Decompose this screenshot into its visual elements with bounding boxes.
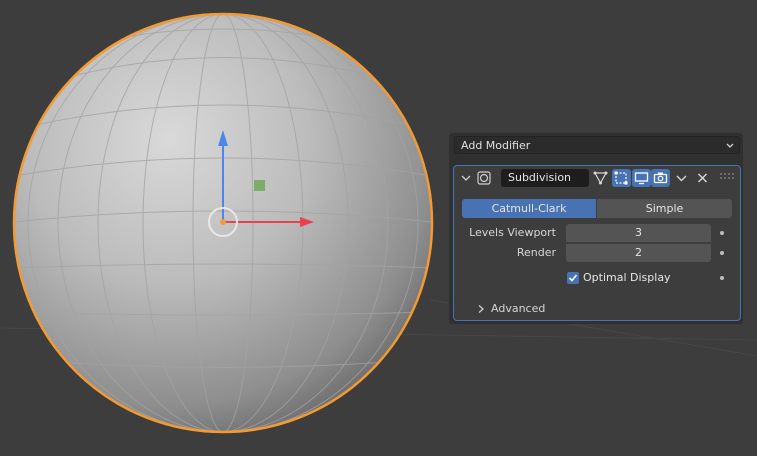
drag-handle-icon[interactable]: [719, 172, 735, 182]
close-icon: [698, 173, 707, 183]
edit-mode-icon: [614, 171, 628, 185]
levels-viewport-label: Levels Viewport: [469, 226, 556, 239]
modifier-name-field[interactable]: Subdivision: [501, 169, 589, 187]
object-origin-dot: [220, 219, 226, 225]
on-cage-toggle[interactable]: [591, 169, 610, 187]
modifier-options-dropdown[interactable]: [672, 169, 691, 187]
keyframe-dot-icon[interactable]: [720, 276, 724, 280]
add-modifier-dropdown[interactable]: Add Modifier: [454, 136, 740, 154]
levels-viewport-field[interactable]: 3: [566, 224, 711, 242]
monitor-icon: [634, 172, 649, 185]
subdivision-modifier-icon: [477, 171, 491, 185]
checkmark-icon: [568, 274, 578, 282]
render-levels-label: Render: [516, 246, 556, 259]
keyframe-dot-icon[interactable]: [720, 251, 724, 255]
chevron-down-icon: [726, 143, 734, 148]
remove-modifier-button[interactable]: [693, 169, 712, 187]
add-modifier-label: Add Modifier: [461, 139, 531, 152]
subdivision-modifier: Subdivision Catmull-Clark Simple Levels …: [453, 165, 741, 321]
modifier-properties-panel: Add Modifier Subdivision Catmull-Clark S…: [449, 133, 743, 324]
keyframe-dot-icon[interactable]: [720, 231, 724, 235]
optimal-display-checkbox[interactable]: [567, 272, 579, 284]
render-toggle[interactable]: [651, 169, 670, 187]
collapse-chevron-icon[interactable]: [460, 172, 472, 184]
optimal-display-label[interactable]: Optimal Display: [583, 269, 671, 287]
chevron-right-icon[interactable]: [476, 304, 486, 314]
catmull-clark-option[interactable]: Catmull-Clark: [462, 199, 596, 218]
chevron-down-icon: [676, 175, 687, 182]
on-cage-icon: [593, 171, 608, 185]
edit-mode-toggle[interactable]: [612, 169, 631, 187]
viewport-display-toggle[interactable]: [632, 169, 651, 187]
simple-option[interactable]: Simple: [597, 199, 732, 218]
render-levels-field[interactable]: 2: [566, 244, 711, 262]
plane-handle-icon[interactable]: [254, 180, 265, 191]
camera-icon: [653, 172, 668, 184]
advanced-section-toggle[interactable]: Advanced: [491, 300, 545, 318]
